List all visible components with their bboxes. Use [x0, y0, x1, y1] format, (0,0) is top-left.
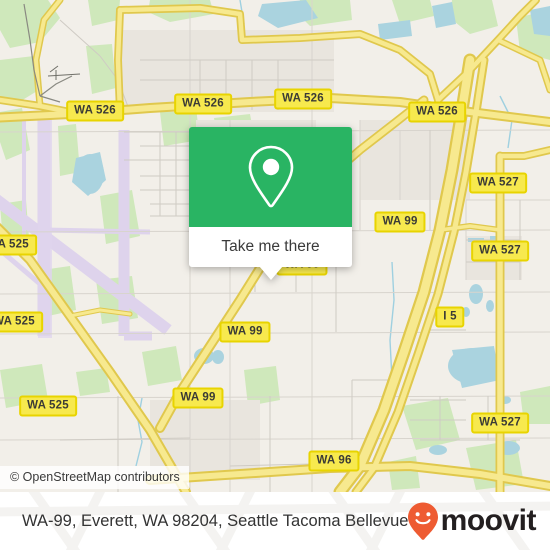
- highway-shield: WA 99: [374, 211, 426, 233]
- destination-callout[interactable]: Take me there: [189, 127, 352, 280]
- highway-shield: I 5: [435, 306, 465, 328]
- callout-header: [189, 127, 352, 227]
- highway-shield: WA 527: [471, 412, 529, 434]
- highway-shield: WA 526: [66, 100, 124, 122]
- highway-shield: WA 96: [308, 450, 360, 472]
- highway-shield: WA 99: [219, 321, 271, 343]
- highway-shield: WA 99: [172, 387, 224, 409]
- callout-action[interactable]: Take me there: [189, 227, 352, 280]
- highway-shield: WA 525: [19, 395, 77, 417]
- footer-bar: WA-99, Everett, WA 98204, Seattle Tacoma…: [0, 492, 550, 550]
- moovit-wordmark: moovit: [440, 504, 537, 537]
- map-pin-icon: [248, 145, 293, 208]
- highway-shield: WA 527: [471, 240, 529, 262]
- moovit-pin-icon: [407, 502, 438, 540]
- callout-tail: [258, 266, 283, 280]
- highway-shield: WA 526: [274, 88, 332, 110]
- take-me-there-label: Take me there: [221, 238, 320, 255]
- highway-shield: WA 525: [0, 311, 43, 333]
- address-label: WA-99, Everett, WA 98204, Seattle Tacoma…: [22, 511, 409, 530]
- moovit-map-screenshot: WA 526 WA 526 WA 526 WA 526 WA 527 WA 527 WA 5…: [0, 0, 550, 550]
- highway-shield: WA 526: [174, 93, 232, 115]
- moovit-logo[interactable]: moovit: [406, 501, 537, 541]
- highway-shield: WA 526: [408, 101, 466, 123]
- osm-attribution[interactable]: © OpenStreetMap contributors: [0, 466, 189, 489]
- highway-shield: WA 525: [0, 234, 37, 256]
- highway-shield: WA 527: [469, 172, 527, 194]
